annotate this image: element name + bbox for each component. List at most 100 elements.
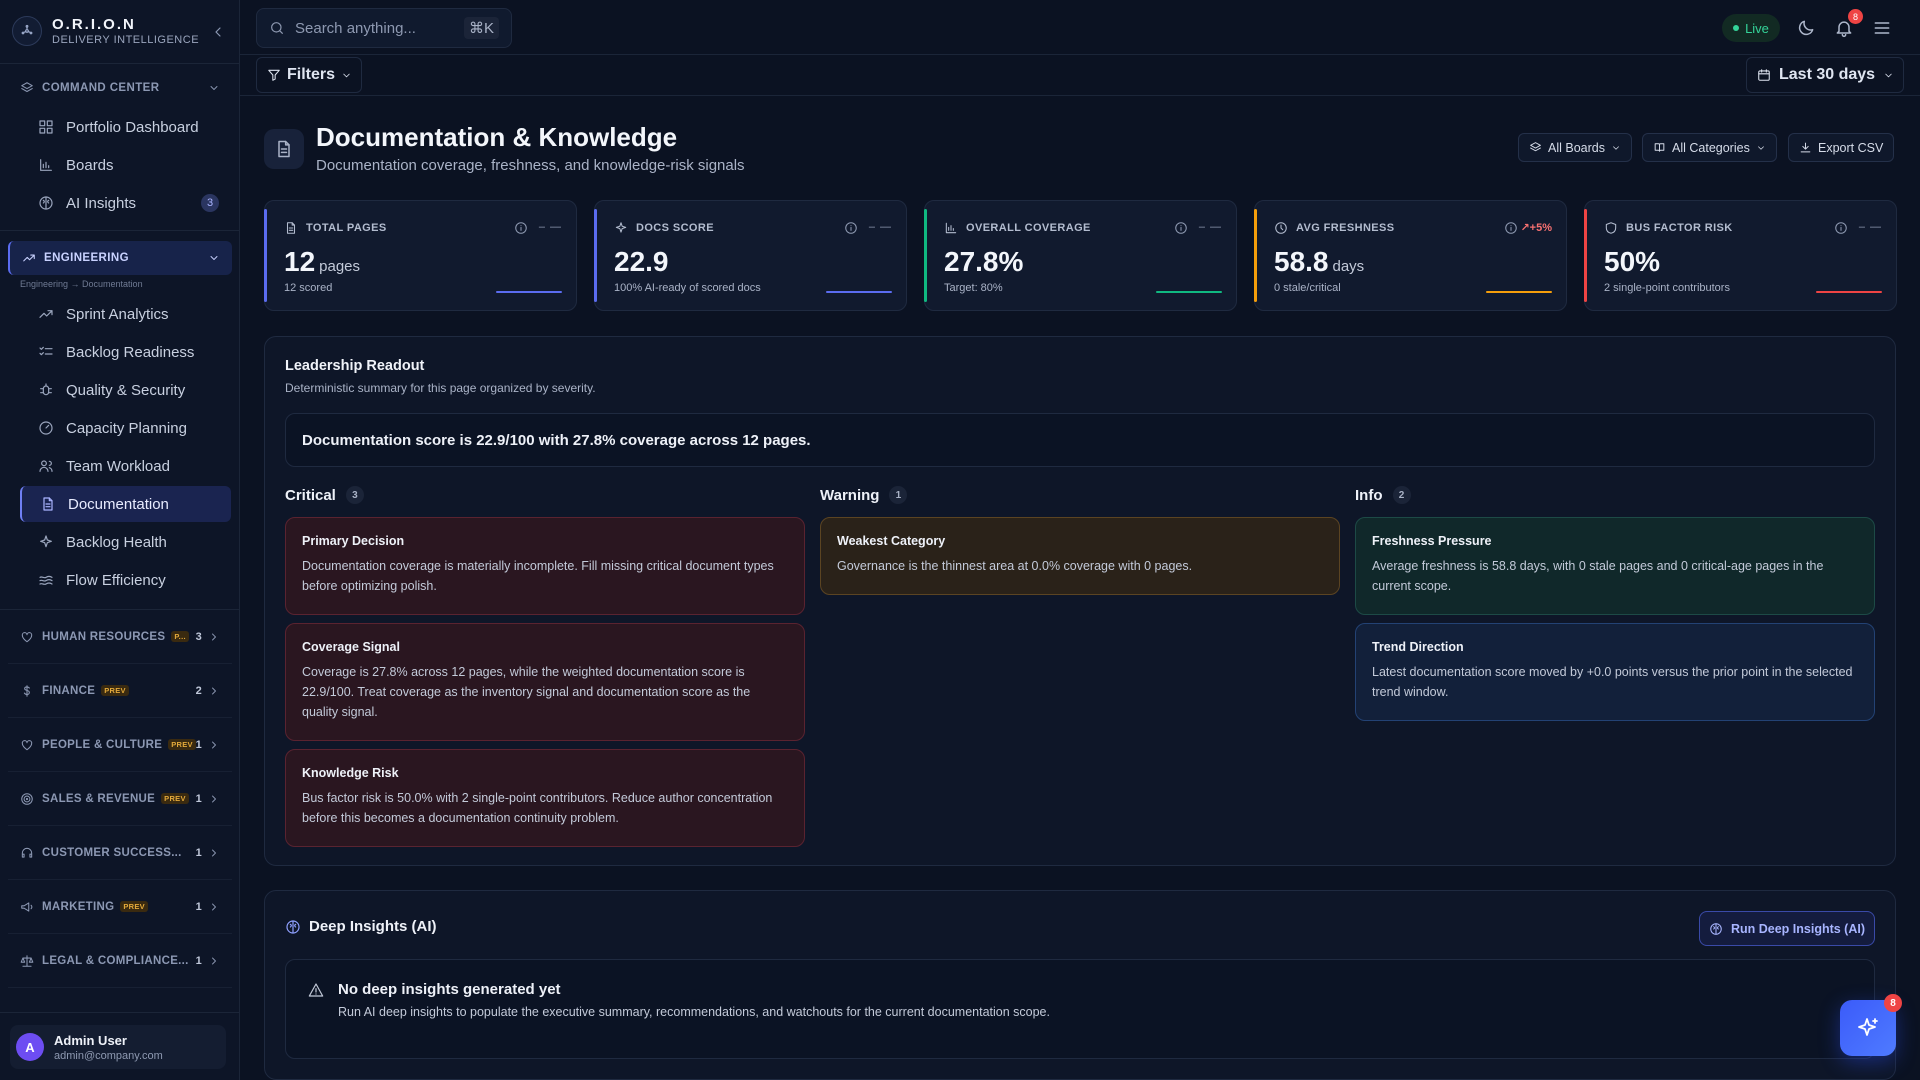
bug-icon	[40, 383, 52, 396]
sidebar-item-quality-security[interactable]: Quality & Security	[20, 372, 231, 408]
sidebar-item-team-workload[interactable]: Team Workload	[20, 448, 231, 484]
scale-icon	[20, 954, 34, 967]
menu-button[interactable]	[1872, 18, 1892, 38]
dept-customer-success[interactable]: CUSTOMER SUCCESS... 1	[8, 826, 232, 880]
chevron-down-icon	[1613, 145, 1619, 150]
readout-subtitle: Deterministic summary for this page orga…	[285, 381, 596, 395]
chevron-down-icon	[210, 256, 218, 260]
kpi-trend: – —	[538, 221, 562, 233]
info-icon[interactable]	[1174, 221, 1188, 235]
kpi-sparkline	[826, 291, 892, 293]
sidebar-item-documentation[interactable]: Documentation	[20, 486, 231, 522]
chevron-right-icon	[212, 795, 216, 802]
insight-title: Primary Decision	[302, 534, 405, 548]
kpi-sparkline	[496, 291, 562, 293]
deep-insights-panel: Deep Insights (AI) Run Deep Insights (AI…	[264, 890, 1896, 1080]
sidebar-item-label: Documentation	[68, 495, 169, 513]
severity-count: 2	[1392, 486, 1411, 504]
dept-finance[interactable]: FINANCE PREV 2	[8, 664, 232, 718]
headset-icon	[21, 847, 33, 858]
layers-icon	[21, 82, 33, 93]
divider	[0, 1012, 240, 1013]
sidebar-item-label: Sprint Analytics	[66, 305, 169, 323]
insight-title: Weakest Category	[837, 534, 946, 548]
dept-label: PEOPLE & CULTURE	[42, 738, 163, 751]
info-icon[interactable]	[514, 221, 528, 235]
readout-title: Leadership Readout	[285, 358, 425, 374]
severity-label: Warning	[820, 486, 880, 504]
chevron-right-icon	[212, 903, 216, 910]
dept-sales-revenue[interactable]: SALES & REVENUE PREV 1	[8, 772, 232, 826]
kpi-note: 0 stale/critical	[1274, 282, 1341, 294]
gauge-icon	[39, 421, 53, 435]
all-boards-label: All Boards	[1548, 140, 1605, 155]
dept-label: HUMAN RESOURCES	[42, 630, 166, 643]
sidebar-item-portfolio-dashboard[interactable]: Portfolio Dashboard	[20, 109, 231, 145]
collapse-sidebar-button[interactable]	[208, 22, 228, 42]
insight-body: Governance is the thinnest area at 0.0% …	[837, 559, 1193, 573]
chevron-left-icon	[215, 27, 221, 37]
theme-toggle-button[interactable]	[1796, 18, 1816, 38]
all-categories-select[interactable]: All Categories	[1642, 133, 1777, 162]
export-csv-button[interactable]: Export CSV	[1788, 133, 1895, 162]
page-title: Documentation & Knowledge	[316, 122, 678, 152]
info-icon[interactable]	[844, 221, 858, 235]
sidebar-item-boards[interactable]: Boards	[20, 147, 231, 183]
severity-count: 3	[345, 486, 364, 504]
kpi-card-bus-factor-risk: BUS FACTOR RISK – — 50% 2 single-point c…	[1584, 200, 1897, 311]
sidebar-item-label: Team Workload	[66, 457, 170, 475]
all-boards-select[interactable]: All Boards	[1518, 133, 1632, 162]
group-engineering[interactable]: ENGINEERING	[8, 241, 232, 275]
trend-icon	[39, 310, 53, 318]
sidebar-item-backlog-readiness[interactable]: Backlog Readiness	[20, 334, 231, 370]
sidebar-item-flow-efficiency[interactable]: Flow Efficiency	[20, 562, 231, 598]
kpi-card-docs-score: DOCS SCORE – — 22.9 100% AI-ready of sco…	[594, 200, 907, 311]
dept-marketing[interactable]: MARKETING PREV 1	[8, 880, 232, 934]
dept-human-resources[interactable]: HUMAN RESOURCES P... 3	[8, 610, 232, 664]
filters-button[interactable]: Filters	[256, 57, 362, 93]
kpi-trend: – —	[1858, 221, 1882, 233]
grid-icon	[39, 120, 53, 134]
info-icon[interactable]	[1834, 221, 1848, 235]
divider	[0, 230, 240, 231]
sidebar-item-ai-insights[interactable]: AI Insights 3	[20, 185, 231, 221]
dept-people-culture[interactable]: PEOPLE & CULTURE PREV 1	[8, 718, 232, 772]
date-range-select[interactable]: Last 30 days	[1746, 57, 1904, 93]
kpi-sparkline	[1486, 291, 1552, 293]
kpi-value: 22.9	[614, 246, 669, 277]
sidebar-breadcrumb: Engineering → Documentation	[20, 279, 143, 289]
brand[interactable]: O.R.I.O.N DELIVERY INTELLIGENCE	[12, 14, 228, 48]
user-card[interactable]: A Admin User admin@company.com	[10, 1025, 226, 1069]
kpi-note: 12 scored	[284, 282, 333, 294]
orion-logo-icon	[12, 16, 42, 46]
preview-badge: PREV	[168, 739, 196, 750]
kpi-trend: ↗+5%	[1520, 222, 1552, 234]
sidebar-item-capacity-planning[interactable]: Capacity Planning	[20, 410, 231, 446]
kpi-card-overall-coverage: OVERALL COVERAGE – — 27.8% Target: 80%	[924, 200, 1237, 311]
sidebar-item-label: Backlog Readiness	[66, 343, 195, 361]
group-command-center[interactable]: COMMAND CENTER	[8, 71, 232, 105]
empty-state-title: No deep insights generated yet	[338, 981, 561, 998]
info-icon[interactable]	[1504, 221, 1518, 235]
brand-subtitle: DELIVERY INTELLIGENCE	[52, 34, 200, 46]
file-icon	[286, 222, 296, 234]
kpi-label: DOCS SCORE	[636, 222, 714, 234]
kpi-unit: days	[1332, 258, 1365, 275]
live-label: Live	[1745, 20, 1769, 36]
sidebar-item-sprint-analytics[interactable]: Sprint Analytics	[20, 296, 231, 332]
brain-icon	[1710, 922, 1722, 935]
sidebar-item-label: Capacity Planning	[66, 419, 187, 437]
count-badge: 3	[201, 194, 219, 212]
search-input[interactable]: Search anything... ⌘K	[256, 8, 512, 48]
chevron-down-icon	[1885, 73, 1892, 77]
preview-badge: PREV	[101, 685, 129, 696]
sidebar-item-backlog-health[interactable]: Backlog Health	[20, 524, 231, 560]
insight-title: Freshness Pressure	[1372, 534, 1492, 548]
clock-icon	[1275, 222, 1287, 234]
dept-legal-compliance[interactable]: LEGAL & COMPLIANCE... 1	[8, 934, 232, 988]
run-deep-insights-button[interactable]: Run Deep Insights (AI)	[1699, 911, 1875, 946]
avatar: A	[16, 1033, 44, 1061]
insight-card-freshness-pressure: Freshness Pressure Average freshness is …	[1355, 517, 1875, 615]
kpi-sparkline	[1156, 291, 1222, 293]
ai-assistant-button[interactable]: 8	[1840, 994, 1902, 1056]
